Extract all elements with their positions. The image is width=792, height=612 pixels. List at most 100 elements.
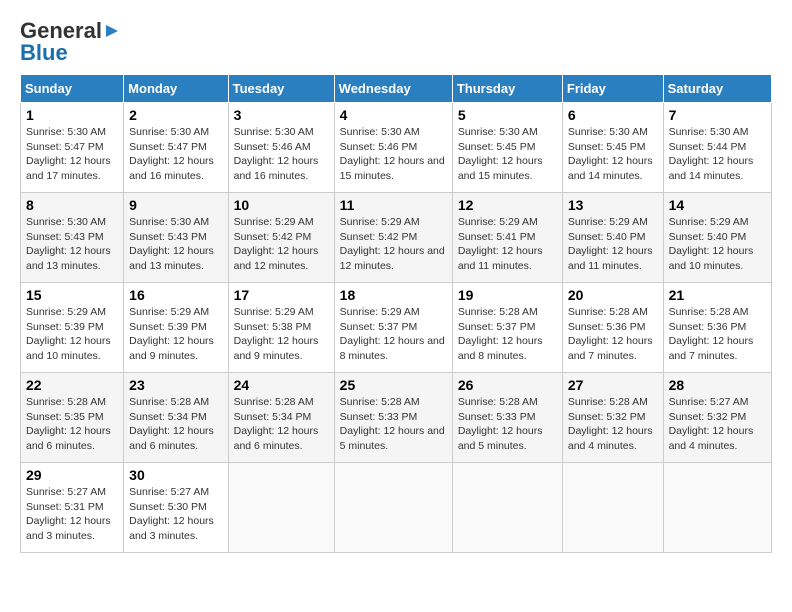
day-number: 9 [129, 197, 222, 213]
day-number: 3 [234, 107, 329, 123]
day-number: 15 [26, 287, 118, 303]
day-number: 13 [568, 197, 658, 213]
day-info: Sunrise: 5:28 AMSunset: 5:37 PMDaylight:… [458, 306, 543, 362]
day-info: Sunrise: 5:27 AMSunset: 5:30 PMDaylight:… [129, 486, 214, 542]
calendar-cell: 11 Sunrise: 5:29 AMSunset: 5:42 PMDaylig… [334, 193, 452, 283]
calendar-cell: 17 Sunrise: 5:29 AMSunset: 5:38 PMDaylig… [228, 283, 334, 373]
calendar-cell: 16 Sunrise: 5:29 AMSunset: 5:39 PMDaylig… [124, 283, 228, 373]
day-number: 23 [129, 377, 222, 393]
page-header: General Blue [20, 20, 772, 64]
calendar-cell: 25 Sunrise: 5:28 AMSunset: 5:33 PMDaylig… [334, 373, 452, 463]
calendar-cell: 6 Sunrise: 5:30 AMSunset: 5:45 PMDayligh… [562, 103, 663, 193]
day-number: 20 [568, 287, 658, 303]
day-info: Sunrise: 5:30 AMSunset: 5:45 PMDaylight:… [458, 126, 543, 182]
calendar-week-row: 15 Sunrise: 5:29 AMSunset: 5:39 PMDaylig… [21, 283, 772, 373]
calendar-table: SundayMondayTuesdayWednesdayThursdayFrid… [20, 74, 772, 553]
calendar-cell: 23 Sunrise: 5:28 AMSunset: 5:34 PMDaylig… [124, 373, 228, 463]
calendar-cell: 1 Sunrise: 5:30 AMSunset: 5:47 PMDayligh… [21, 103, 124, 193]
day-number: 5 [458, 107, 557, 123]
calendar-cell: 7 Sunrise: 5:30 AMSunset: 5:44 PMDayligh… [663, 103, 771, 193]
calendar-cell [562, 463, 663, 553]
day-info: Sunrise: 5:28 AMSunset: 5:35 PMDaylight:… [26, 396, 111, 452]
calendar-cell: 24 Sunrise: 5:28 AMSunset: 5:34 PMDaylig… [228, 373, 334, 463]
calendar-cell: 10 Sunrise: 5:29 AMSunset: 5:42 PMDaylig… [228, 193, 334, 283]
calendar-cell: 12 Sunrise: 5:29 AMSunset: 5:41 PMDaylig… [452, 193, 562, 283]
calendar-cell: 26 Sunrise: 5:28 AMSunset: 5:33 PMDaylig… [452, 373, 562, 463]
day-number: 28 [669, 377, 766, 393]
day-info: Sunrise: 5:30 AMSunset: 5:47 PMDaylight:… [129, 126, 214, 182]
day-info: Sunrise: 5:29 AMSunset: 5:39 PMDaylight:… [129, 306, 214, 362]
day-number: 16 [129, 287, 222, 303]
weekday-header-monday: Monday [124, 75, 228, 103]
day-info: Sunrise: 5:28 AMSunset: 5:33 PMDaylight:… [458, 396, 543, 452]
day-number: 17 [234, 287, 329, 303]
calendar-week-row: 1 Sunrise: 5:30 AMSunset: 5:47 PMDayligh… [21, 103, 772, 193]
calendar-cell [663, 463, 771, 553]
day-info: Sunrise: 5:28 AMSunset: 5:36 PMDaylight:… [568, 306, 653, 362]
day-info: Sunrise: 5:30 AMSunset: 5:46 PMDaylight:… [340, 126, 445, 182]
day-number: 1 [26, 107, 118, 123]
calendar-cell: 22 Sunrise: 5:28 AMSunset: 5:35 PMDaylig… [21, 373, 124, 463]
day-info: Sunrise: 5:28 AMSunset: 5:33 PMDaylight:… [340, 396, 445, 452]
calendar-cell [334, 463, 452, 553]
day-number: 22 [26, 377, 118, 393]
day-number: 29 [26, 467, 118, 483]
day-info: Sunrise: 5:28 AMSunset: 5:36 PMDaylight:… [669, 306, 754, 362]
day-number: 21 [669, 287, 766, 303]
logo-arrow-icon [102, 21, 122, 41]
day-info: Sunrise: 5:28 AMSunset: 5:34 PMDaylight:… [234, 396, 319, 452]
day-info: Sunrise: 5:28 AMSunset: 5:32 PMDaylight:… [568, 396, 653, 452]
calendar-cell: 18 Sunrise: 5:29 AMSunset: 5:37 PMDaylig… [334, 283, 452, 373]
day-info: Sunrise: 5:29 AMSunset: 5:40 PMDaylight:… [669, 216, 754, 272]
day-info: Sunrise: 5:30 AMSunset: 5:43 PMDaylight:… [129, 216, 214, 272]
calendar-cell: 14 Sunrise: 5:29 AMSunset: 5:40 PMDaylig… [663, 193, 771, 283]
calendar-cell: 5 Sunrise: 5:30 AMSunset: 5:45 PMDayligh… [452, 103, 562, 193]
calendar-cell: 9 Sunrise: 5:30 AMSunset: 5:43 PMDayligh… [124, 193, 228, 283]
calendar-cell: 3 Sunrise: 5:30 AMSunset: 5:46 AMDayligh… [228, 103, 334, 193]
day-number: 4 [340, 107, 447, 123]
weekday-header-saturday: Saturday [663, 75, 771, 103]
day-number: 6 [568, 107, 658, 123]
calendar-cell [452, 463, 562, 553]
day-info: Sunrise: 5:30 AMSunset: 5:44 PMDaylight:… [669, 126, 754, 182]
calendar-cell: 29 Sunrise: 5:27 AMSunset: 5:31 PMDaylig… [21, 463, 124, 553]
day-number: 2 [129, 107, 222, 123]
day-number: 27 [568, 377, 658, 393]
calendar-week-row: 8 Sunrise: 5:30 AMSunset: 5:43 PMDayligh… [21, 193, 772, 283]
logo-text-blue: Blue [20, 42, 68, 64]
day-number: 24 [234, 377, 329, 393]
day-number: 18 [340, 287, 447, 303]
day-number: 30 [129, 467, 222, 483]
day-info: Sunrise: 5:30 AMSunset: 5:46 AMDaylight:… [234, 126, 319, 182]
weekday-header-wednesday: Wednesday [334, 75, 452, 103]
day-info: Sunrise: 5:29 AMSunset: 5:39 PMDaylight:… [26, 306, 111, 362]
day-info: Sunrise: 5:30 AMSunset: 5:43 PMDaylight:… [26, 216, 111, 272]
calendar-week-row: 22 Sunrise: 5:28 AMSunset: 5:35 PMDaylig… [21, 373, 772, 463]
weekday-header-tuesday: Tuesday [228, 75, 334, 103]
day-info: Sunrise: 5:28 AMSunset: 5:34 PMDaylight:… [129, 396, 214, 452]
day-number: 7 [669, 107, 766, 123]
day-info: Sunrise: 5:27 AMSunset: 5:31 PMDaylight:… [26, 486, 111, 542]
calendar-cell: 2 Sunrise: 5:30 AMSunset: 5:47 PMDayligh… [124, 103, 228, 193]
calendar-cell: 21 Sunrise: 5:28 AMSunset: 5:36 PMDaylig… [663, 283, 771, 373]
weekday-header-sunday: Sunday [21, 75, 124, 103]
calendar-cell: 15 Sunrise: 5:29 AMSunset: 5:39 PMDaylig… [21, 283, 124, 373]
day-info: Sunrise: 5:30 AMSunset: 5:45 PMDaylight:… [568, 126, 653, 182]
day-number: 8 [26, 197, 118, 213]
calendar-cell: 28 Sunrise: 5:27 AMSunset: 5:32 PMDaylig… [663, 373, 771, 463]
day-number: 10 [234, 197, 329, 213]
day-number: 26 [458, 377, 557, 393]
logo: General Blue [20, 20, 122, 64]
day-number: 11 [340, 197, 447, 213]
weekday-header-friday: Friday [562, 75, 663, 103]
day-number: 12 [458, 197, 557, 213]
day-number: 19 [458, 287, 557, 303]
day-info: Sunrise: 5:30 AMSunset: 5:47 PMDaylight:… [26, 126, 111, 182]
calendar-cell: 8 Sunrise: 5:30 AMSunset: 5:43 PMDayligh… [21, 193, 124, 283]
day-info: Sunrise: 5:29 AMSunset: 5:37 PMDaylight:… [340, 306, 445, 362]
day-info: Sunrise: 5:29 AMSunset: 5:38 PMDaylight:… [234, 306, 319, 362]
day-info: Sunrise: 5:27 AMSunset: 5:32 PMDaylight:… [669, 396, 754, 452]
day-number: 25 [340, 377, 447, 393]
day-info: Sunrise: 5:29 AMSunset: 5:42 PMDaylight:… [234, 216, 319, 272]
calendar-cell: 20 Sunrise: 5:28 AMSunset: 5:36 PMDaylig… [562, 283, 663, 373]
